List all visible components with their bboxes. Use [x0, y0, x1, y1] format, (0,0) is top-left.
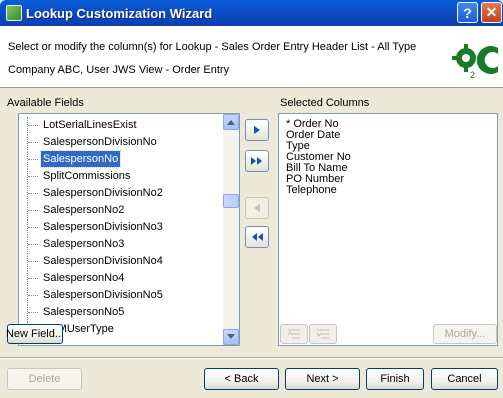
help-button[interactable]: ? — [457, 2, 478, 23]
remove-all-fields-button[interactable] — [245, 226, 269, 248]
wizard-header: Select or modify the column(s) for Looku… — [0, 26, 503, 88]
new-field-label: New Field... — [5, 328, 65, 340]
tree-connector — [27, 151, 39, 167]
field-item-label: SalespersonNo3 — [43, 238, 125, 250]
move-down-button[interactable] — [309, 324, 337, 344]
tree-connector — [27, 270, 39, 286]
cancel-label: Cancel — [447, 373, 482, 385]
cancel-button[interactable]: Cancel — [431, 368, 498, 390]
tree-connector — [27, 253, 39, 269]
scroll-down-button[interactable] — [223, 329, 239, 345]
selected-column-item[interactable]: Telephone — [286, 185, 337, 196]
back-button[interactable]: < Back — [204, 368, 279, 390]
selected-columns-label: Selected Columns — [280, 97, 370, 109]
field-item[interactable]: SalespersonDivisionNo — [19, 134, 223, 150]
finish-button[interactable]: Finish — [366, 368, 424, 390]
field-item[interactable]: SalespersonDivisionNo4 — [19, 253, 223, 269]
tree-connector — [27, 134, 39, 150]
available-fields-label: Available Fields — [7, 97, 84, 109]
scroll-thumb[interactable] — [223, 194, 239, 208]
add-all-fields-button[interactable] — [245, 150, 269, 172]
add-field-button[interactable] — [245, 119, 269, 141]
field-item[interactable]: SalespersonNo4 — [19, 270, 223, 286]
field-item-label: SalespersonNo2 — [43, 204, 125, 216]
back-label: < Back — [224, 373, 259, 385]
available-fields-list[interactable]: LotSerialLinesExist SalespersonDivisionNo… — [18, 113, 240, 346]
footer-divider — [0, 357, 503, 359]
available-fields-scrollbar[interactable] — [223, 114, 239, 345]
double-arrow-right-icon — [251, 157, 262, 165]
window-title: Lookup Customization Wizard — [26, 5, 213, 21]
tree-connector — [27, 219, 39, 235]
field-item-label: SalespersonDivisionNo — [43, 136, 157, 148]
field-item[interactable]: SalespersonDivisionNo3 — [19, 219, 223, 235]
modify-button[interactable]: Modify... — [433, 324, 497, 344]
selected-columns-list[interactable]: * Order No Order Date Type Customer No Bill … — [278, 113, 498, 346]
wizard-app-icon — [6, 5, 22, 21]
field-item[interactable]: SplitCommissions — [19, 168, 223, 184]
move-down-icon — [316, 329, 329, 339]
svg-text:2: 2 — [470, 70, 475, 80]
close-button[interactable]: ✕ — [481, 2, 502, 23]
chevron-down-icon — [227, 334, 235, 339]
field-item-label: SalespersonDivisionNo5 — [43, 289, 163, 301]
delete-button[interactable]: Delete — [7, 368, 82, 390]
field-item-label: SalespersonNo — [39, 150, 122, 168]
field-item[interactable]: SalespersonNo2 — [19, 202, 223, 218]
field-item[interactable]: SalespersonDivisionNo5 — [19, 287, 223, 303]
tree-connector — [27, 287, 39, 303]
arrow-right-icon — [254, 126, 260, 134]
arrow-left-icon — [254, 204, 260, 212]
field-item[interactable]: SalespersonNo3 — [19, 236, 223, 252]
scroll-up-button[interactable] — [223, 114, 239, 130]
field-item-label: LotSerialLinesExist — [43, 119, 137, 131]
header-description: Select or modify the column(s) for Looku… — [8, 41, 417, 53]
company-logo-icon: 2 — [452, 44, 498, 80]
finish-label: Finish — [380, 373, 410, 385]
delete-label: Delete — [28, 373, 61, 385]
tree-connector — [27, 185, 39, 201]
next-button[interactable]: Next > — [285, 368, 360, 390]
field-item[interactable]: SalespersonNo5 — [19, 304, 223, 320]
next-label: Next > — [306, 373, 339, 385]
move-up-button[interactable] — [280, 324, 308, 344]
chevron-up-icon — [227, 120, 235, 125]
move-up-icon — [287, 329, 300, 339]
field-item-label: SalespersonDivisionNo4 — [43, 255, 163, 267]
field-item-label: SplitCommissions — [43, 170, 131, 182]
tree-connector — [27, 202, 39, 218]
tree-connector — [27, 236, 39, 252]
field-item-label: SalespersonDivisionNo2 — [43, 187, 163, 199]
tree-connector — [27, 117, 39, 133]
field-item[interactable]: SalespersonDivisionNo2 — [19, 185, 223, 201]
field-item[interactable]: SalespersonNo — [19, 150, 223, 168]
title-bar: Lookup Customization Wizard ? ✕ — [0, 0, 503, 26]
remove-field-button[interactable] — [245, 197, 269, 219]
field-item-label: SalespersonNo4 — [43, 272, 125, 284]
modify-label: Modify... — [444, 328, 486, 340]
new-field-button[interactable]: New Field... — [5, 324, 65, 344]
field-item-label: SalespersonNo5 — [43, 306, 125, 318]
header-context: Company ABC, User JWS View - Order Entry — [8, 64, 230, 76]
double-arrow-left-icon — [252, 233, 263, 241]
tree-connector — [27, 168, 39, 184]
field-item[interactable]: LotSerialLinesExist — [19, 117, 223, 133]
field-item-label: SalespersonDivisionNo3 — [43, 221, 163, 233]
tree-connector — [27, 304, 39, 320]
